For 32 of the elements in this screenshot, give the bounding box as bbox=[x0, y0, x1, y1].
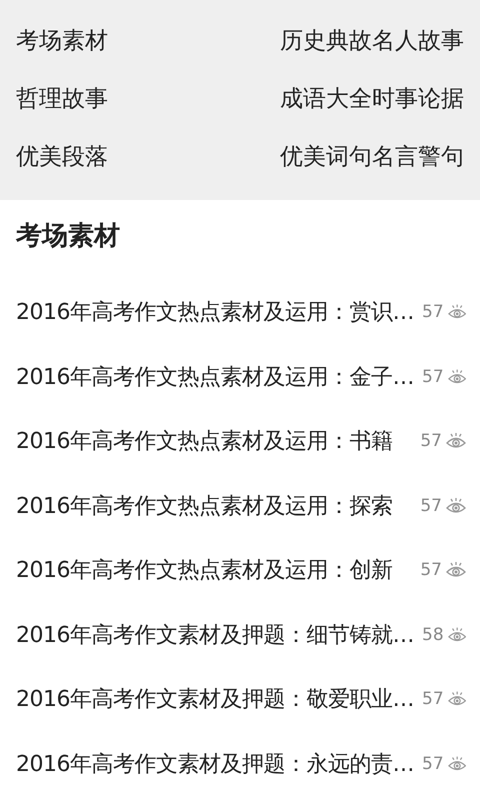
view-count: 57 bbox=[422, 366, 444, 387]
eye-icon bbox=[448, 368, 466, 386]
article-title[interactable]: 2016年高考作文热点素材及运用：赏识… bbox=[16, 297, 414, 328]
view-count: 57 bbox=[420, 496, 442, 516]
view-count: 58 bbox=[422, 624, 444, 645]
eye-icon bbox=[448, 754, 466, 773]
article-title[interactable]: 2016年高考作文热点素材及运用：书籍 bbox=[16, 426, 412, 456]
category-link[interactable]: 名言警句 bbox=[372, 128, 464, 186]
view-count: 57 bbox=[422, 754, 444, 774]
category-link[interactable]: 名人故事 bbox=[372, 12, 464, 70]
eye-icon bbox=[448, 626, 466, 644]
article-title[interactable]: 2016年高考作文素材及押题：敬爱职业… bbox=[16, 684, 414, 714]
view-count: 57 bbox=[420, 431, 442, 452]
category-link[interactable]: 优美词句 bbox=[280, 128, 372, 186]
eye-icon bbox=[446, 432, 466, 450]
section-title: 考场素材 bbox=[16, 220, 121, 253]
article-title[interactable]: 2016年高考作文热点素材及运用：金子… bbox=[16, 362, 414, 392]
category-link[interactable]: 哲理故事 bbox=[16, 70, 108, 128]
view-count: 57 bbox=[422, 302, 444, 322]
category-link[interactable]: 考场素材 bbox=[16, 12, 108, 70]
eye-icon bbox=[446, 561, 466, 580]
article-title[interactable]: 2016年高考作文素材及押题：细节铸就… bbox=[16, 620, 414, 650]
view-count: 57 bbox=[420, 560, 442, 580]
view-count: 57 bbox=[422, 689, 444, 710]
category-link[interactable]: 成语大全 bbox=[280, 70, 372, 128]
article-title[interactable]: 2016年高考作文素材及押题：永远的责… bbox=[16, 748, 414, 779]
category-link[interactable]: 时事论据 bbox=[372, 70, 464, 128]
category-link[interactable]: 历史典故 bbox=[280, 12, 372, 70]
article-title[interactable]: 2016年高考作文热点素材及运用：创新 bbox=[16, 555, 412, 586]
eye-icon bbox=[446, 496, 466, 515]
article-title[interactable]: 2016年高考作文热点素材及运用：探索 bbox=[16, 490, 412, 521]
category-link[interactable]: 优美段落 bbox=[16, 128, 108, 186]
